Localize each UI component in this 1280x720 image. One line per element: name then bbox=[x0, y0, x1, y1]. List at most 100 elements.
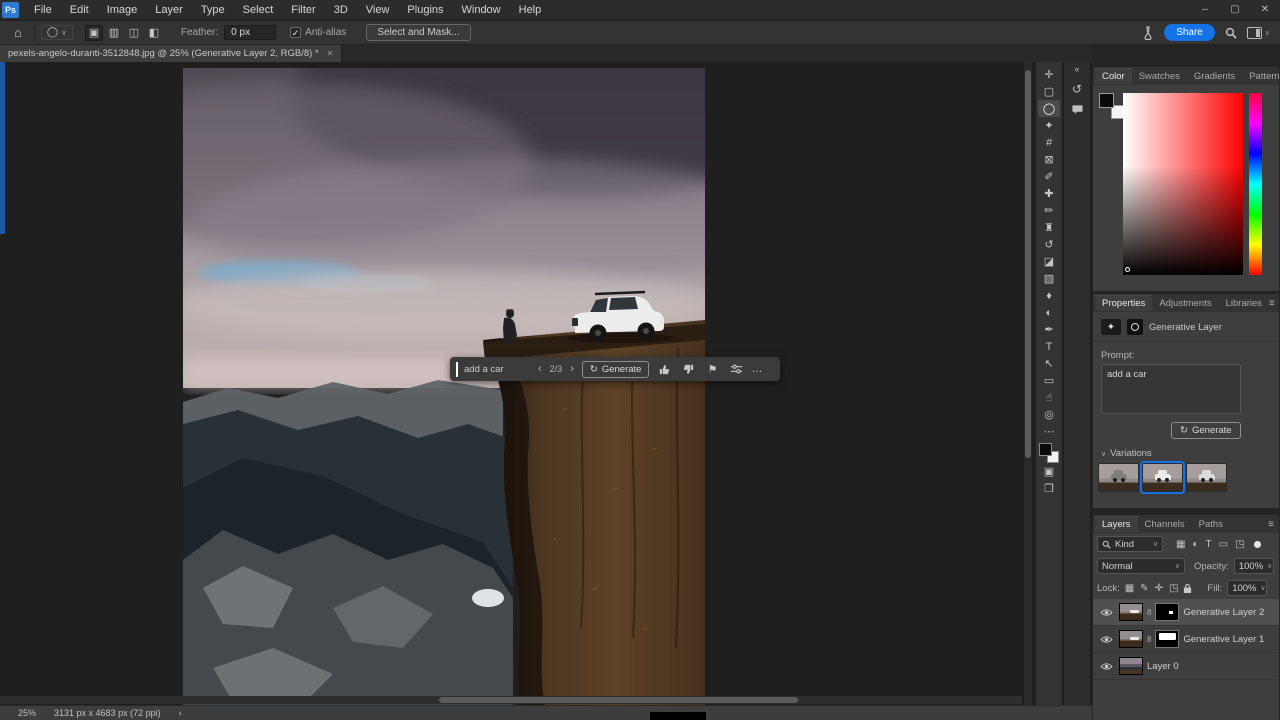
variations-header[interactable]: ∨ Variations bbox=[1093, 439, 1279, 463]
layer-mask-thumbnail[interactable] bbox=[1155, 603, 1180, 621]
type-tool[interactable]: T bbox=[1038, 338, 1060, 355]
layer-name[interactable]: Generative Layer 2 bbox=[1183, 607, 1264, 618]
history-panel-icon[interactable]: ↺ bbox=[1072, 82, 1082, 96]
panel-menu-icon[interactable]: ≡ bbox=[1268, 519, 1274, 530]
previous-variation-button[interactable]: ‹ bbox=[536, 363, 544, 375]
foreground-color-swatch[interactable] bbox=[1039, 443, 1052, 456]
layer-filter-icon-3[interactable]: ▭ bbox=[1219, 539, 1228, 550]
status-chevron-icon[interactable]: › bbox=[179, 708, 182, 718]
brush-tool[interactable]: ✏ bbox=[1038, 202, 1060, 219]
vertical-scrollbar-thumb[interactable] bbox=[1025, 70, 1031, 458]
thumbs-up-icon[interactable] bbox=[655, 360, 673, 378]
gradient-tool[interactable]: ▨ bbox=[1038, 270, 1060, 287]
lock-icon-2[interactable]: ✛ bbox=[1155, 583, 1163, 594]
menu-item-select[interactable]: Select bbox=[234, 2, 283, 18]
layer-filter-kind-dropdown[interactable]: Kind ∨ bbox=[1097, 536, 1163, 552]
menu-item-3d[interactable]: 3D bbox=[325, 2, 357, 18]
edit-toolbar-icon[interactable]: ⋯ bbox=[1038, 423, 1060, 440]
maximize-button[interactable]: ▢ bbox=[1220, 1, 1250, 18]
layer-filter-icon-1[interactable]: ◐ bbox=[1192, 539, 1198, 550]
layer-thumbnail[interactable] bbox=[1119, 657, 1143, 675]
layer-filter-icon-0[interactable]: ▦ bbox=[1176, 539, 1185, 550]
panel-fg-bg-swatches[interactable] bbox=[1099, 93, 1125, 119]
document-tab[interactable]: pexels-angelo-duranti-3512848.jpg @ 25% … bbox=[0, 45, 343, 62]
settings-sliders-icon[interactable] bbox=[727, 360, 745, 378]
layer-row-generative-layer-2[interactable]: 8 Generative Layer 2 bbox=[1093, 599, 1279, 626]
blend-mode-dropdown[interactable]: Normal ∨ bbox=[1097, 558, 1185, 574]
tab-gradients[interactable]: Gradients bbox=[1187, 69, 1242, 84]
quick-mask-icon[interactable]: ▣ bbox=[1038, 463, 1060, 480]
comments-panel-icon[interactable] bbox=[1071, 104, 1084, 115]
share-button[interactable]: Share bbox=[1164, 24, 1215, 41]
current-tool-indicator[interactable]: ◯ ∨ bbox=[40, 25, 73, 40]
antialias-checkbox[interactable]: ✓ Anti-alias bbox=[290, 27, 346, 38]
menu-item-plugins[interactable]: Plugins bbox=[398, 2, 452, 18]
shape-tool[interactable]: ▭ bbox=[1038, 372, 1060, 389]
clone-stamp-tool[interactable]: ♜ bbox=[1038, 219, 1060, 236]
layer-name[interactable]: Layer 0 bbox=[1147, 661, 1179, 672]
close-button[interactable]: ✕ bbox=[1250, 1, 1280, 18]
menu-item-window[interactable]: Window bbox=[453, 2, 510, 18]
saturation-brightness-field[interactable] bbox=[1123, 93, 1243, 275]
variation-thumbnail-3[interactable] bbox=[1186, 463, 1227, 492]
taskbar-prompt-input[interactable]: add a car bbox=[464, 364, 530, 375]
taskbar-generate-button[interactable]: ↻ Generate bbox=[581, 360, 650, 378]
path-selection-tool[interactable]: ↖ bbox=[1038, 355, 1060, 372]
menu-item-filter[interactable]: Filter bbox=[282, 2, 324, 18]
visibility-eye-icon[interactable] bbox=[1097, 635, 1115, 644]
minimize-button[interactable]: – bbox=[1190, 1, 1220, 18]
search-icon[interactable] bbox=[1225, 27, 1237, 39]
tab-swatches[interactable]: Swatches bbox=[1132, 69, 1187, 84]
frame-tool[interactable]: ⊠ bbox=[1038, 151, 1060, 168]
zoom-tool[interactable]: ◎ bbox=[1038, 406, 1060, 423]
pen-tool[interactable]: ✒ bbox=[1038, 321, 1060, 338]
foreground-color-swatch[interactable] bbox=[1099, 93, 1114, 108]
tab-adjustments[interactable]: Adjustments bbox=[1152, 296, 1218, 311]
selection-mode-icon-0[interactable]: ▣ bbox=[84, 24, 103, 41]
selection-mode-icon-2[interactable]: ◫ bbox=[125, 25, 143, 41]
history-brush-tool[interactable]: ↺ bbox=[1038, 236, 1060, 253]
healing-brush-tool[interactable]: ✚ bbox=[1038, 185, 1060, 202]
tab-patterns[interactable]: Patterns bbox=[1242, 69, 1280, 84]
layer-thumbnail[interactable] bbox=[1119, 603, 1143, 621]
feather-input[interactable]: 0 px bbox=[224, 25, 277, 40]
generate-button[interactable]: ↻ Generate bbox=[1171, 422, 1241, 439]
tab-color[interactable]: Color bbox=[1095, 68, 1132, 84]
layer-name[interactable]: Generative Layer 1 bbox=[1183, 634, 1264, 645]
more-options-icon[interactable]: … bbox=[751, 363, 762, 375]
next-variation-button[interactable]: › bbox=[568, 363, 576, 375]
foreground-background-colors[interactable] bbox=[1039, 443, 1059, 463]
workspace-switcher[interactable]: ∨ bbox=[1246, 26, 1270, 39]
menu-item-layer[interactable]: Layer bbox=[146, 2, 192, 18]
canvas-area[interactable]: add a car ‹ 2/3 › ↻ Generate ⚑ … bbox=[0, 62, 1035, 705]
magic-wand-tool[interactable]: ✦ bbox=[1038, 117, 1060, 134]
selection-mode-icon-1[interactable]: ▥ bbox=[105, 25, 123, 41]
beta-flask-icon[interactable] bbox=[1142, 25, 1154, 40]
menu-item-help[interactable]: Help bbox=[510, 2, 551, 18]
layer-mask-thumbnail[interactable] bbox=[1155, 630, 1180, 648]
hue-slider[interactable] bbox=[1249, 93, 1262, 275]
document-image[interactable] bbox=[183, 68, 705, 705]
crop-tool[interactable]: # bbox=[1038, 134, 1060, 151]
selection-mode-icon-3[interactable]: ◧ bbox=[145, 25, 163, 41]
report-flag-icon[interactable]: ⚑ bbox=[703, 360, 721, 378]
blur-tool[interactable]: ♦ bbox=[1038, 287, 1060, 304]
lock-icon-1[interactable]: ✎ bbox=[1140, 583, 1148, 594]
opacity-dropdown[interactable]: 100% ∨ bbox=[1233, 558, 1274, 574]
horizontal-scrollbar[interactable] bbox=[0, 696, 1022, 704]
tab-close-icon[interactable]: ✕ bbox=[327, 49, 334, 58]
menu-item-view[interactable]: View bbox=[357, 2, 399, 18]
screen-mode-icon[interactable]: ❒ bbox=[1038, 480, 1060, 497]
filter-toggle-icon[interactable] bbox=[1253, 540, 1261, 548]
layer-filter-icon-2[interactable]: T bbox=[1206, 539, 1212, 550]
variation-thumbnail-2[interactable] bbox=[1140, 461, 1185, 494]
visibility-eye-icon[interactable] bbox=[1097, 662, 1115, 671]
menu-item-image[interactable]: Image bbox=[98, 2, 147, 18]
menu-item-file[interactable]: File bbox=[25, 2, 61, 18]
eraser-tool[interactable]: ◪ bbox=[1038, 253, 1060, 270]
hand-tool[interactable]: ☝ bbox=[1038, 389, 1060, 406]
prompt-textarea[interactable]: add a car bbox=[1101, 364, 1241, 414]
color-field-selector[interactable] bbox=[1125, 267, 1130, 272]
tab-paths[interactable]: Paths bbox=[1192, 517, 1230, 532]
dodge-tool[interactable]: ◐ bbox=[1038, 304, 1060, 321]
